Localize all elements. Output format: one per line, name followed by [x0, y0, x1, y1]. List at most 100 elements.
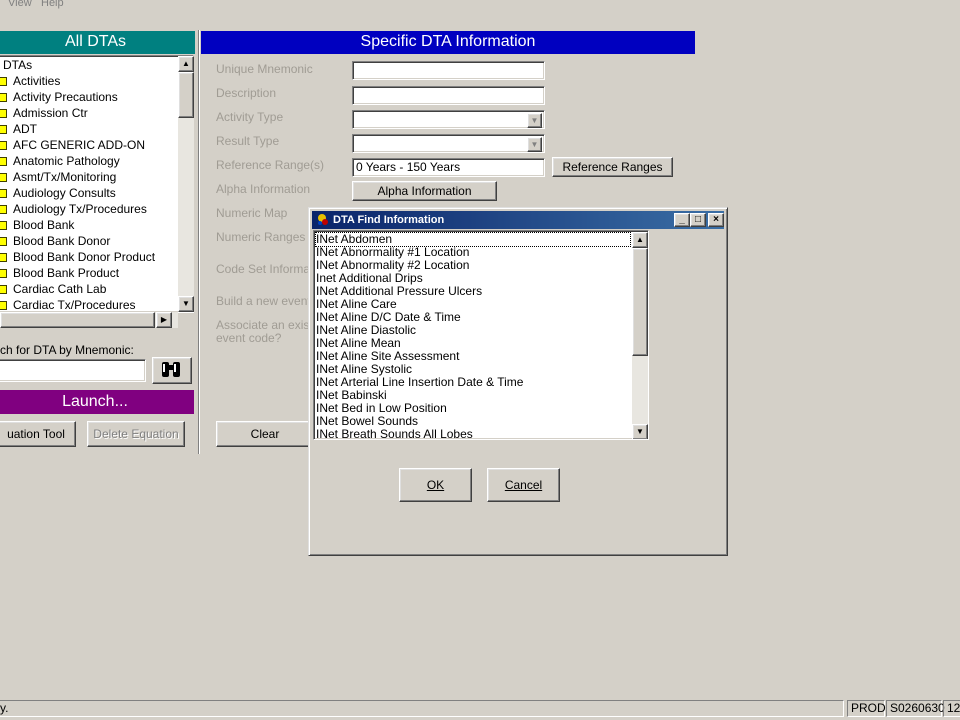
folder-icon: [0, 221, 7, 230]
equation-tool-button[interactable]: uation Tool: [0, 421, 76, 447]
result-type-select[interactable]: ▼: [352, 134, 545, 153]
status-environment: PROD: [847, 700, 886, 717]
chevron-down-icon[interactable]: ▼: [527, 137, 542, 152]
list-item[interactable]: Admission Ctr: [0, 105, 88, 121]
folder-icon: [0, 205, 7, 214]
list-item[interactable]: Blood Bank: [0, 217, 74, 233]
reference-ranges-button[interactable]: Reference Ranges: [552, 157, 673, 177]
unique-mnemonic-label: Unique Mnemonic: [216, 62, 313, 76]
unique-mnemonic-field[interactable]: [352, 61, 545, 80]
alpha-information-label: Alpha Information: [216, 182, 311, 196]
menu-view[interactable]: View: [8, 0, 32, 9]
build-event-code-label: Build a new event c: [216, 294, 321, 308]
list-item-label: Audiology Tx/Procedures: [13, 202, 147, 216]
status-user: S0260630: [886, 700, 945, 717]
status-time: 12:: [943, 700, 960, 717]
list-item[interactable]: Activity Precautions: [0, 89, 118, 105]
folder-icon: [0, 77, 7, 86]
all-dtas-header: All DTAs: [0, 31, 195, 54]
clear-button[interactable]: Clear: [216, 421, 314, 447]
scroll-up-arrow-icon[interactable]: ▲: [632, 232, 648, 248]
activity-type-select[interactable]: ▼: [352, 110, 545, 129]
folder-icon: [0, 253, 7, 262]
status-message: y.: [0, 700, 844, 717]
description-field[interactable]: [352, 86, 545, 105]
scroll-down-arrow-icon[interactable]: ▼: [178, 296, 194, 312]
list-item[interactable]: Asmt/Tx/Monitoring: [0, 169, 116, 185]
list-item-label: Audiology Consults: [13, 186, 116, 200]
list-item[interactable]: Cardiac Tx/Procedures: [0, 297, 136, 312]
reference-ranges-label: Reference Range(s): [216, 158, 325, 172]
list-item[interactable]: Audiology Tx/Procedures: [0, 201, 147, 217]
reference-range-field[interactable]: 0 Years - 150 Years: [352, 158, 545, 177]
list-item[interactable]: Blood Bank Donor Product: [0, 249, 155, 265]
menu-help[interactable]: Help: [41, 0, 64, 9]
code-set-information-label: Code Set Informatio: [216, 262, 323, 276]
list-item-label: Cardiac Tx/Procedures: [13, 298, 136, 312]
list-item-label: Activity Precautions: [13, 90, 118, 104]
list-item[interactable]: Blood Bank Product: [0, 265, 119, 281]
list-item-label: l DTAs: [0, 58, 33, 72]
list-item[interactable]: ADT: [0, 121, 37, 137]
launch-bar[interactable]: Launch...: [0, 390, 194, 414]
list-item[interactable]: Blood Bank Donor: [0, 233, 110, 249]
list-item[interactable]: Cardiac Cath Lab: [0, 281, 106, 297]
binoculars-button[interactable]: [152, 357, 192, 384]
table-row[interactable]: INet Breath Sounds All Lobes: [316, 428, 473, 440]
folder-icon: [0, 301, 7, 310]
delete-equation-button: Delete Equation: [87, 421, 185, 447]
ok-button[interactable]: OK: [399, 468, 472, 502]
list-item[interactable]: Audiology Consults: [0, 185, 116, 201]
cancel-button[interactable]: Cancel: [487, 468, 560, 502]
dta-find-list[interactable]: INet Abdomen INet Abnormality #1 Location…: [313, 230, 649, 440]
list-item-label: Asmt/Tx/Monitoring: [13, 170, 117, 184]
list-item-label: Blood Bank Product: [13, 266, 120, 280]
search-input[interactable]: [0, 359, 146, 382]
folder-icon: [0, 285, 7, 294]
list-item-label: Admission Ctr: [13, 106, 88, 120]
find-list-scrollbar[interactable]: ▲ ▼: [632, 232, 648, 439]
list-item[interactable]: l DTAs: [0, 57, 32, 73]
minimize-icon[interactable]: _: [674, 213, 690, 227]
folder-icon: [0, 157, 7, 166]
folder-icon: [0, 141, 7, 150]
dialog-title: DTA Find Information: [333, 214, 445, 226]
list-item[interactable]: Activities: [0, 73, 60, 89]
dta-tree-list[interactable]: l DTAs Activities Activity Precautions Admi…: [0, 55, 194, 313]
dialog-titlebar[interactable]: DTA Find Information _ □ ×: [312, 211, 724, 229]
description-label: Description: [216, 86, 277, 100]
app-icon: [318, 214, 328, 225]
list-item-label: Activities: [13, 74, 61, 88]
scroll-thumb[interactable]: [632, 248, 648, 356]
panel-separator-highlight: [199, 30, 200, 454]
menu-bar: View Help: [0, 0, 960, 12]
alpha-information-button[interactable]: Alpha Information: [352, 181, 497, 201]
result-type-label: Result Type: [216, 134, 280, 148]
scroll-down-arrow-icon[interactable]: ▼: [632, 424, 648, 439]
specific-dta-header: Specific DTA Information: [201, 31, 695, 54]
associate-event-code-label: Associate an existir: [216, 318, 320, 332]
tree-horizontal-scrollbar[interactable]: ▶: [0, 312, 178, 328]
associate-event-code-label-2: event code?: [216, 331, 282, 345]
list-item-label: ADT: [13, 122, 37, 136]
scroll-right-arrow-icon[interactable]: ▶: [156, 312, 172, 328]
close-icon[interactable]: ×: [708, 213, 724, 227]
scroll-thumb[interactable]: [178, 72, 194, 118]
scroll-up-arrow-icon[interactable]: ▲: [178, 56, 194, 72]
chevron-down-icon[interactable]: ▼: [527, 113, 542, 128]
list-item[interactable]: AFC GENERIC ADD-ON: [0, 137, 145, 153]
hscroll-thumb[interactable]: [0, 312, 155, 328]
list-item-label: Anatomic Pathology: [13, 154, 120, 168]
search-label: ch for DTA by Mnemonic:: [0, 343, 134, 357]
list-item-label: Blood Bank Donor: [13, 234, 111, 248]
binoculars-icon: [162, 362, 180, 377]
ok-label: OK: [426, 478, 445, 492]
maximize-icon[interactable]: □: [690, 213, 706, 227]
list-item-label: Blood Bank: [13, 218, 75, 232]
list-item-label: AFC GENERIC ADD-ON: [13, 138, 146, 152]
list-item[interactable]: Anatomic Pathology: [0, 153, 120, 169]
folder-icon: [0, 125, 7, 134]
folder-icon: [0, 173, 7, 182]
tree-vertical-scrollbar[interactable]: ▲ ▼: [178, 56, 194, 312]
cancel-label: Cancel: [504, 478, 543, 492]
